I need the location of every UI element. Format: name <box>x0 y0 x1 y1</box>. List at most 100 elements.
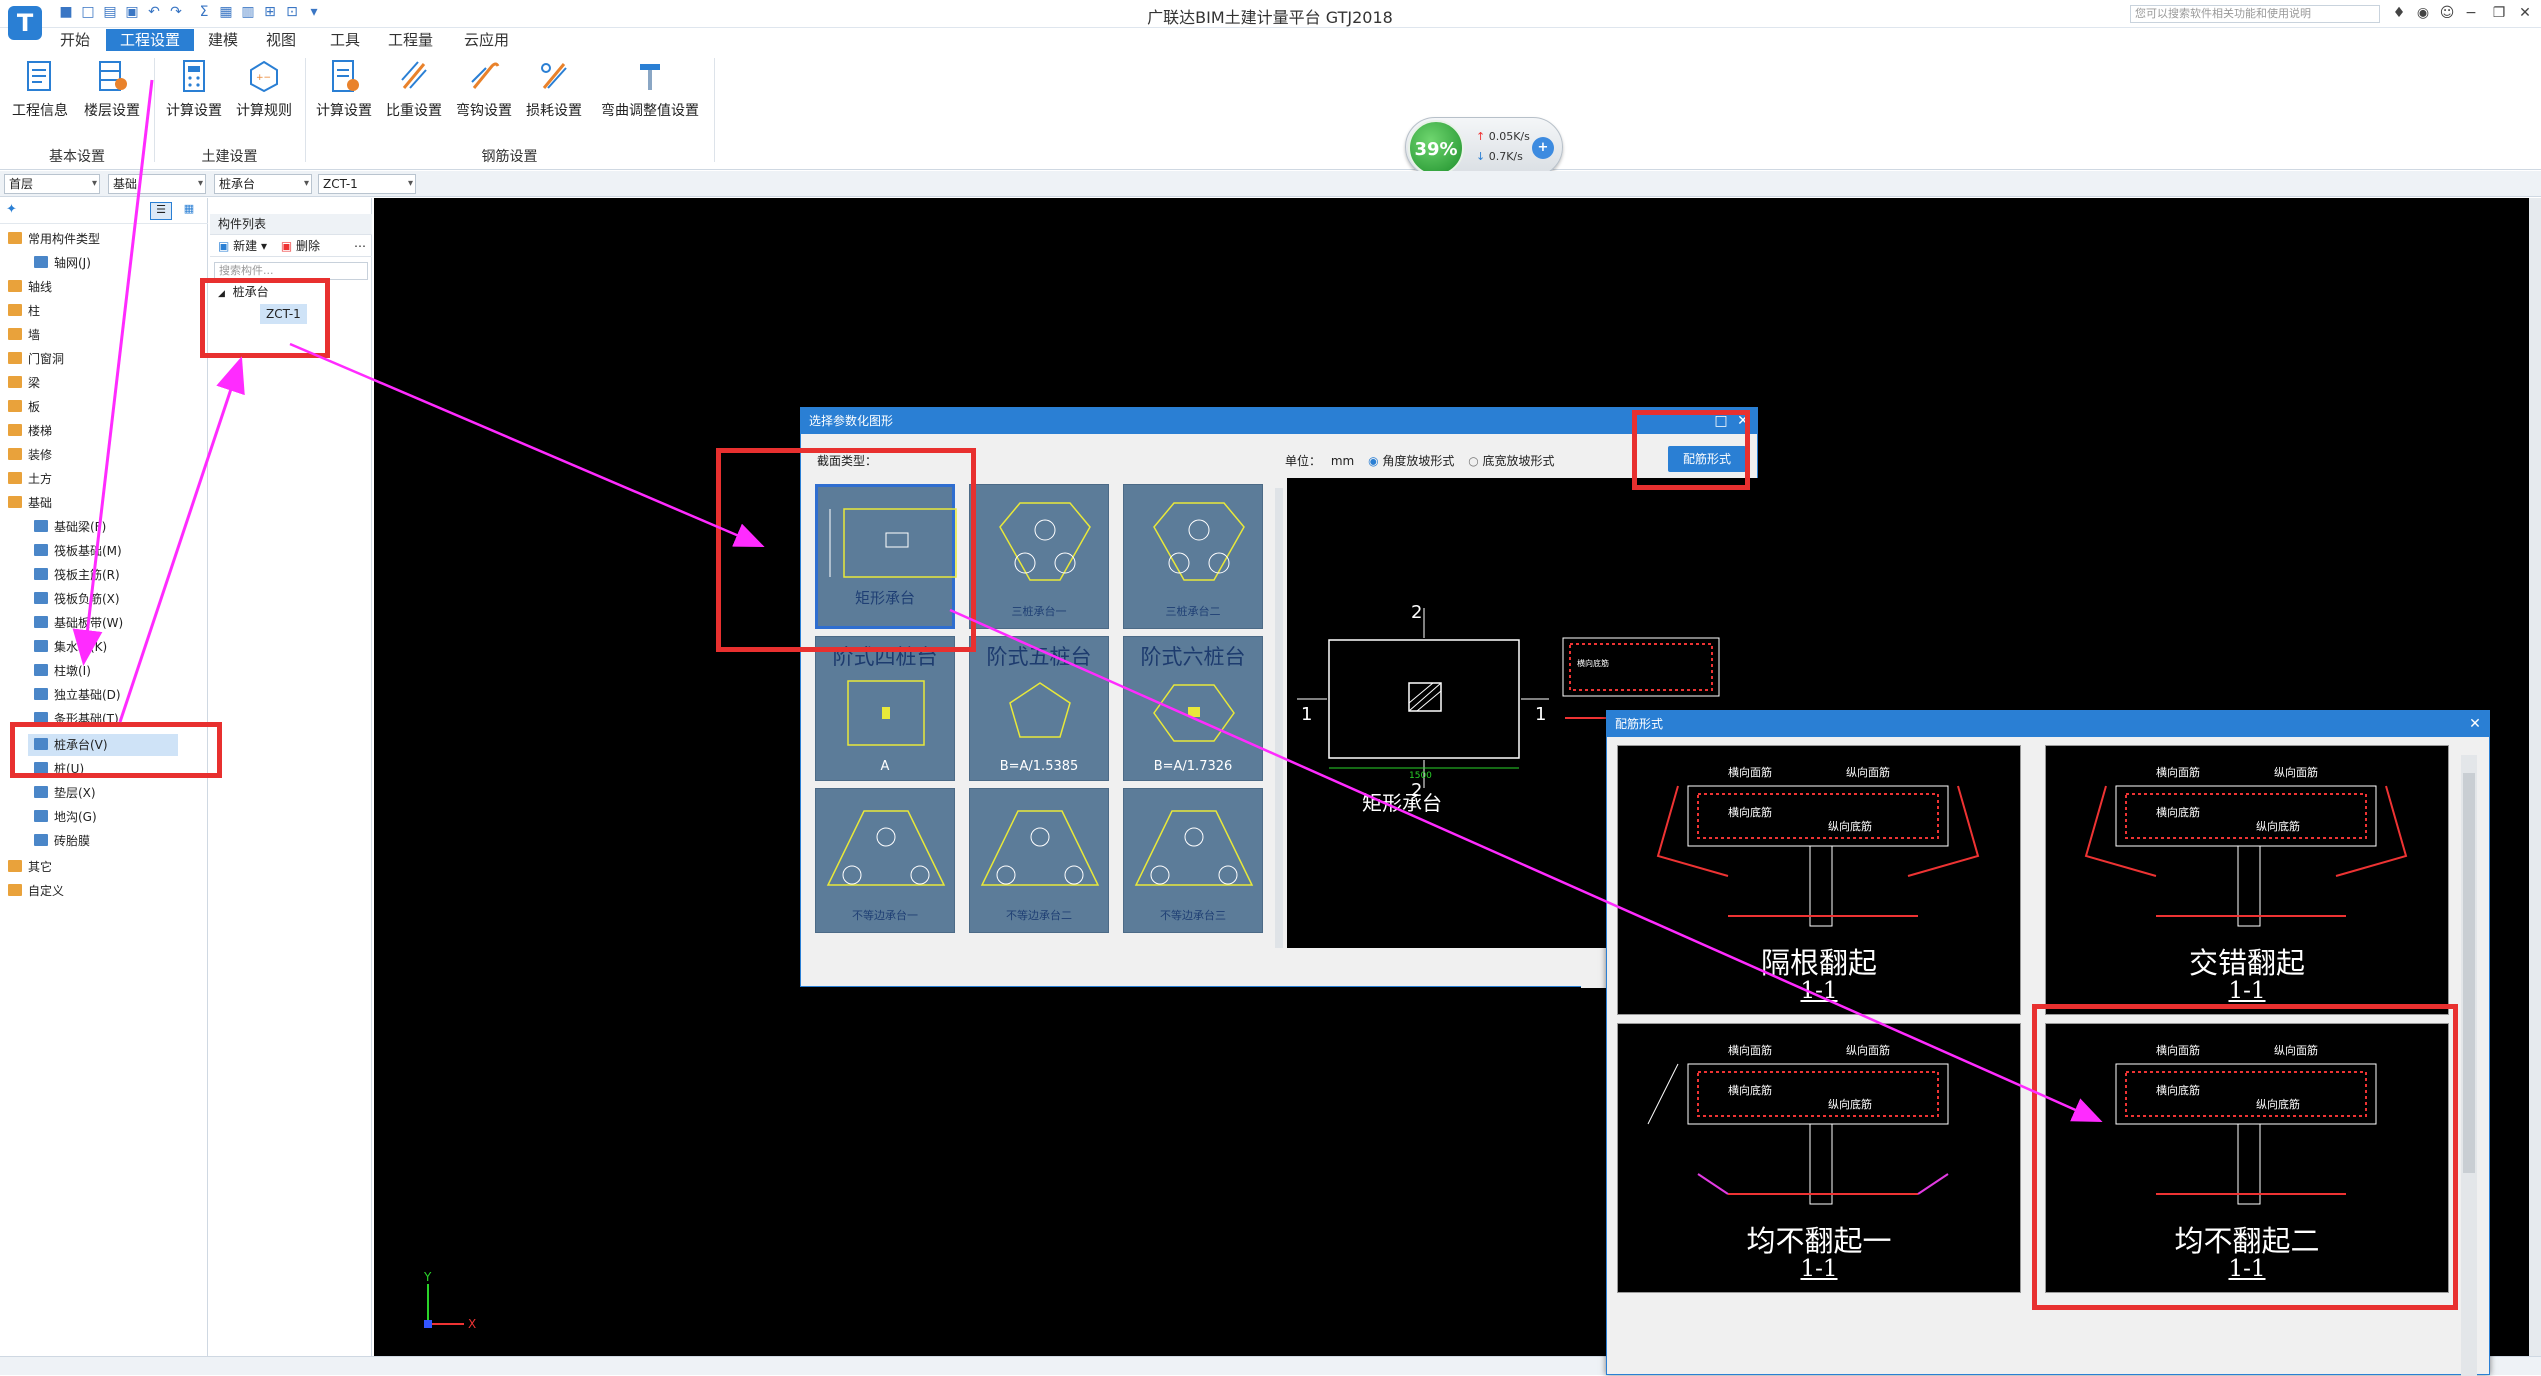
restore-button[interactable]: ❐ <box>2488 2 2510 24</box>
nav-item[interactable]: 柱墩(I) <box>0 660 206 682</box>
nav-item[interactable]: 梁 <box>0 372 206 394</box>
scroll-thumb[interactable] <box>2463 773 2475 1173</box>
app-logo-icon[interactable]: T <box>8 6 42 40</box>
nav-item[interactable]: 土方 <box>0 468 206 490</box>
nav-item[interactable]: 集水坑(K) <box>0 636 206 658</box>
loss-settings-button[interactable]: 损耗设置 <box>522 56 586 126</box>
menu-bar: 开始 工程设置 建模 视图 工具 工程量 云应用 <box>0 28 2541 52</box>
more-icon[interactable]: ⋯ <box>354 236 366 256</box>
tab-cloud[interactable]: 云应用 <box>458 29 515 51</box>
nav-item[interactable]: 筏板负筋(X) <box>0 588 206 610</box>
nav-item[interactable]: 基础梁(F) <box>0 516 206 538</box>
shape-tile[interactable]: 阶式六桩台 B=A/1.7326 <box>1123 636 1263 781</box>
density-settings-label: 比重设置 <box>386 103 442 119</box>
rebar-form-option[interactable]: 横向面筋 纵向面筋 横向底筋 纵向底筋 隔根翻起 1-1 <box>1617 745 2021 1015</box>
tab-tools[interactable]: 工具 <box>324 29 366 51</box>
new-icon[interactable]: □ <box>80 4 96 20</box>
new-button[interactable]: 新建 <box>233 239 257 253</box>
tab-modeling[interactable]: 建模 <box>202 29 244 51</box>
nav-item[interactable]: 筏板基础(M) <box>0 540 206 562</box>
nav-item[interactable]: 其它 <box>0 856 206 878</box>
nav-item[interactable]: 装修 <box>0 444 206 466</box>
shape-tile[interactable]: 阶式四桩台 A <box>815 636 955 781</box>
nav-item[interactable]: 基础板带(W) <box>0 612 206 634</box>
type-select[interactable]: 桩承台 ▾ <box>214 174 312 194</box>
nav-item[interactable]: 自定义 <box>0 880 206 902</box>
report-icon[interactable]: ▥ <box>240 4 256 20</box>
rebar-form-name: 交错翻起 <box>2188 946 2305 980</box>
shape-tile[interactable]: 不等边承台一 <box>815 788 955 933</box>
nav-item[interactable]: 轴网(J) <box>0 252 206 274</box>
open-folder-icon[interactable]: ▤ <box>102 4 118 20</box>
shape-tile[interactable]: 不等边承台二 <box>969 788 1109 933</box>
bell-icon[interactable]: ♦ <box>2388 2 2410 24</box>
nav-item-label: 墙 <box>28 328 41 342</box>
radio-angle[interactable]: ◉ <box>1368 454 1378 468</box>
category-select[interactable]: 基础 ▾ <box>108 174 206 194</box>
shape-tile[interactable]: 三桩承台一 <box>969 484 1109 629</box>
delete-button[interactable]: 删除 <box>296 239 320 253</box>
shape-tile[interactable]: 阶式五桩台 B=A/1.5385 <box>969 636 1109 781</box>
tab-project-settings[interactable]: 工程设置 <box>106 29 194 51</box>
nav-item[interactable]: 地沟(G) <box>0 806 206 828</box>
nav-item[interactable]: 常用构件类型 <box>0 228 206 250</box>
dialog-title: 选择参数化图形 <box>801 408 1757 434</box>
rebar-calc-settings-button[interactable]: 计算设置 <box>312 56 376 126</box>
rebar-form-option[interactable]: 横向面筋 纵向面筋 横向底筋 纵向底筋 均不翻起一 1-1 <box>1617 1023 2021 1293</box>
nav-item[interactable]: 板 <box>0 396 206 418</box>
civil-calc-settings-button[interactable]: 计算设置 <box>162 56 226 126</box>
density-settings-button[interactable]: 比重设置 <box>382 56 446 126</box>
item-select[interactable]: ZCT-1 ▾ <box>318 174 416 194</box>
open-icon[interactable]: ▣ <box>124 4 140 20</box>
tab-view[interactable]: 视图 <box>260 29 302 51</box>
frame-icon[interactable]: ⊡ <box>284 4 300 20</box>
minimize-button[interactable]: − <box>2460 2 2482 24</box>
calc-rules-button[interactable]: +− 计算规则 <box>232 56 296 126</box>
speed-boost-icon[interactable]: + <box>1532 137 1554 159</box>
vertical-scrollbar[interactable] <box>2529 198 2541 1356</box>
floor-settings-button[interactable]: 楼层设置 <box>80 56 144 126</box>
floor-select[interactable]: 首层 ▾ <box>4 174 100 194</box>
help-search-input[interactable]: 您可以搜索软件相关功能和使用说明 <box>2130 5 2380 23</box>
radio-width[interactable]: ○ <box>1468 454 1478 468</box>
chat-icon[interactable]: ◉ <box>2412 2 2434 24</box>
nav-item[interactable]: 筏板主筋(R) <box>0 564 206 586</box>
grid-icon[interactable]: ⊞ <box>262 4 278 20</box>
redo-icon[interactable]: ↷ <box>168 4 184 20</box>
save-icon[interactable]: ■ <box>58 4 74 20</box>
nav-item[interactable]: 独立基础(D) <box>0 684 206 706</box>
folder-icon <box>8 304 22 316</box>
tile-view-icon[interactable]: ▦ <box>178 202 200 220</box>
nav-item[interactable]: 垫层(X) <box>0 782 206 804</box>
nav-item[interactable]: 墙 <box>0 324 206 346</box>
close-button[interactable]: ✕ <box>2514 2 2536 24</box>
tab-start[interactable]: 开始 <box>54 29 96 51</box>
close-button[interactable]: ✕ <box>2465 713 2485 735</box>
bend-adjust-settings-button[interactable]: 弯曲调整值设置 <box>592 56 708 126</box>
gallery-scrollbar[interactable] <box>1275 488 1283 948</box>
calc-icon[interactable]: ▦ <box>218 4 234 20</box>
list-view-icon[interactable]: ☰ <box>150 202 172 220</box>
pin-icon[interactable]: ✦ <box>6 202 17 217</box>
hook-settings-button[interactable]: 弯钩设置 <box>452 56 516 126</box>
nav-item[interactable]: 砖胎膜 <box>0 830 206 852</box>
undo-icon[interactable]: ↶ <box>146 4 162 20</box>
label-top-v: 纵向面筋 <box>1846 1043 1890 1057</box>
user-icon[interactable]: ☺ <box>2436 2 2458 24</box>
more-icon[interactable]: ▾ <box>306 4 322 20</box>
sum-icon[interactable]: Σ <box>196 4 212 20</box>
shape-tile[interactable]: 三桩承台二 <box>1123 484 1263 629</box>
nav-item[interactable]: 基础 <box>0 492 206 514</box>
nav-item[interactable]: 楼梯 <box>0 420 206 442</box>
project-info-button[interactable]: 工程信息 <box>10 56 70 126</box>
network-speed-widget[interactable]: 39% ↑ 0.05K/s ↓ 0.7K/s + <box>1405 117 1563 177</box>
tab-quantity[interactable]: 工程量 <box>382 29 439 51</box>
rebar-form-option[interactable]: 横向面筋 纵向面筋 横向底筋 纵向底筋 交错翻起 1-1 <box>2045 745 2449 1015</box>
shape-tile-formula: A <box>880 759 890 774</box>
nav-item[interactable]: 柱 <box>0 300 206 322</box>
gallery-scrollbar[interactable] <box>2461 755 2477 1376</box>
nav-item[interactable]: 轴线 <box>0 276 206 298</box>
nav-item[interactable]: 门窗洞 <box>0 348 206 370</box>
shape-tile[interactable]: 不等边承台三 <box>1123 788 1263 933</box>
nav-item-label: 轴线 <box>28 280 53 294</box>
